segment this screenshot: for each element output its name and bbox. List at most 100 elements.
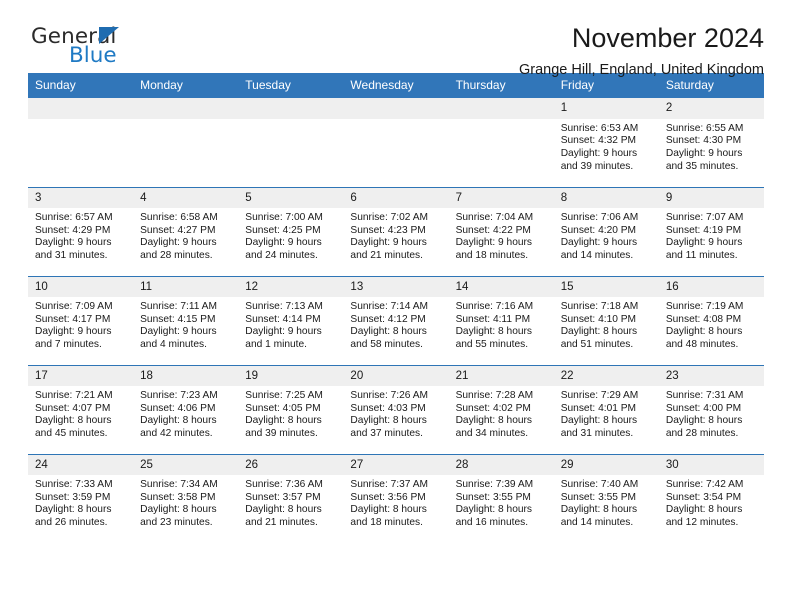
day-number: 8 [553,187,659,209]
daylight-text-line1: Daylight: 9 hours [560,237,638,249]
day-number: 15 [553,276,659,298]
day-number: 14 [448,276,554,298]
calendar-day-cell[interactable]: 17 Sunrise: 7:21 AM Sunset: 4:07 PM Dayligh… [28,364,134,455]
calendar-day-cell[interactable]: 11 Sunrise: 7:11 AM Sunset: 4:15 PM Dayligh… [133,275,239,366]
day-details: Sunrise: 7:02 AM Sunset: 4:23 PM Daylight:… [343,208,448,262]
daylight-text-line2: and 48 minutes. [665,339,739,351]
calendar-day-cell[interactable]: 15 Sunrise: 7:18 AM Sunset: 4:10 PM Dayligh… [553,275,659,366]
calendar-day-cell[interactable]: 30 Sunrise: 7:42 AM Sunset: 3:54 PM Dayligh… [658,453,764,544]
calendar-day-cell[interactable]: 27 Sunrise: 7:37 AM Sunset: 3:56 PM Dayligh… [343,453,449,544]
calendar-day-cell[interactable]: 3 Sunrise: 6:57 AM Sunset: 4:29 PM Daylight… [28,186,134,277]
daylight-text-line1: Daylight: 8 hours [455,326,533,338]
calendar-day-cell[interactable]: 6 Sunrise: 7:02 AM Sunset: 4:23 PM Daylight… [343,186,449,277]
page-title: November 2024 [571,23,764,53]
calendar-day-cell[interactable]: 19 Sunrise: 7:25 AM Sunset: 4:05 PM Dayligh… [238,364,344,455]
calendar-day-cell[interactable]: 4 Sunrise: 6:58 AM Sunset: 4:27 PM Daylight… [133,186,239,277]
calendar-day-cell[interactable]: 22 Sunrise: 7:29 AM Sunset: 4:01 PM Dayligh… [553,364,659,455]
sunrise-text: Sunrise: 7:21 AM [35,390,113,402]
calendar-day-cell[interactable]: 9 Sunrise: 7:07 AM Sunset: 4:19 PM Daylight… [658,186,764,277]
calendar-day-cell[interactable]: 14 Sunrise: 7:16 AM Sunset: 4:11 PM Dayligh… [448,275,554,366]
daylight-text-line2: and 42 minutes. [140,428,213,440]
calendar-week-row: 17 Sunrise: 7:21 AM Sunset: 4:07 PM Dayligh… [28,364,764,455]
day-details: Sunrise: 7:34 AM Sunset: 3:58 PM Daylight:… [133,475,238,529]
day-details: Sunrise: 7:14 AM Sunset: 4:12 PM Daylight:… [343,297,448,351]
sunset-text: Sunset: 4:00 PM [665,402,742,414]
weekday-header-tuesday: Tuesday [238,73,344,99]
calendar-day-cell[interactable]: 1 Sunrise: 6:53 AM Sunset: 4:32 PM Daylight… [553,98,659,187]
day-number: 20 [343,365,449,387]
sunset-text: Sunset: 4:32 PM [560,135,637,147]
day-details: Sunrise: 7:07 AM Sunset: 4:19 PM Daylight:… [659,208,764,262]
day-details: Sunrise: 7:31 AM Sunset: 4:00 PM Daylight:… [659,386,764,440]
day-number: 23 [658,365,764,387]
daylight-text-line1: Daylight: 9 hours [140,237,217,249]
sunrise-text: Sunrise: 7:33 AM [35,479,113,491]
day-details: Sunrise: 7:39 AM Sunset: 3:55 PM Daylight:… [449,475,554,529]
day-details: Sunrise: 6:57 AM Sunset: 4:29 PM Daylight:… [28,208,133,262]
sunset-text: Sunset: 4:29 PM [35,224,111,236]
day-number: 4 [133,187,239,209]
logo-word-blue: Blue [69,43,117,68]
sunrise-text: Sunrise: 7:14 AM [350,301,429,313]
calendar-day-cell[interactable]: 10 Sunrise: 7:09 AM Sunset: 4:17 PM Dayligh… [28,275,134,366]
sunset-text: Sunset: 4:17 PM [35,313,111,325]
sunrise-text: Sunrise: 7:25 AM [245,390,323,402]
calendar-day-cell[interactable]: 16 Sunrise: 7:19 AM Sunset: 4:08 PM Dayligh… [658,275,764,366]
calendar-day-cell[interactable]: 12 Sunrise: 7:13 AM Sunset: 4:14 PM Dayligh… [238,275,344,366]
calendar-day-cell[interactable]: 25 Sunrise: 7:34 AM Sunset: 3:58 PM Dayligh… [133,453,239,544]
day-number: 1 [553,98,659,119]
sunrise-text: Sunrise: 7:04 AM [455,212,534,224]
calendar-week-row: 1 Sunrise: 6:53 AM Sunset: 4:32 PM Daylight… [28,98,764,187]
calendar-day-cell[interactable]: 28 Sunrise: 7:39 AM Sunset: 3:55 PM Dayligh… [448,453,554,544]
sunset-text: Sunset: 4:20 PM [560,224,637,236]
daylight-text-line1: Daylight: 8 hours [140,415,217,427]
day-details: Sunrise: 7:28 AM Sunset: 4:02 PM Daylight:… [449,386,554,440]
calendar-day-cell-empty [238,98,344,187]
calendar-page: General Blue November 2024 Grange Hill, … [0,0,792,612]
day-details: Sunrise: 7:09 AM Sunset: 4:17 PM Daylight:… [28,297,133,351]
calendar-day-cell[interactable]: 7 Sunrise: 7:04 AM Sunset: 4:22 PM Daylight… [448,186,554,277]
calendar-day-cell[interactable]: 24 Sunrise: 7:33 AM Sunset: 3:59 PM Dayligh… [28,453,134,544]
sunrise-text: Sunrise: 7:13 AM [245,301,323,313]
day-number: 13 [343,276,449,298]
daylight-text-line1: Daylight: 8 hours [350,504,427,516]
sunset-text: Sunset: 4:27 PM [140,224,216,236]
sunset-text: Sunset: 3:58 PM [140,491,216,503]
sunrise-text: Sunrise: 6:55 AM [665,122,744,134]
generalblue-logo[interactable]: General Blue [31,26,231,74]
calendar-day-cell[interactable]: 21 Sunrise: 7:28 AM Sunset: 4:02 PM Dayligh… [448,364,554,455]
calendar-day-cell[interactable]: 13 Sunrise: 7:14 AM Sunset: 4:12 PM Dayligh… [343,275,449,366]
calendar-day-cell[interactable]: 18 Sunrise: 7:23 AM Sunset: 4:06 PM Dayligh… [133,364,239,455]
sunset-text: Sunset: 4:05 PM [245,402,321,414]
calendar-day-cell[interactable]: 5 Sunrise: 7:00 AM Sunset: 4:25 PM Daylight… [238,186,344,277]
daylight-text-line1: Daylight: 9 hours [665,147,743,159]
sunrise-text: Sunrise: 7:28 AM [455,390,534,402]
sunset-text: Sunset: 3:57 PM [245,491,321,503]
calendar-day-cell-empty [448,98,554,187]
sunrise-text: Sunrise: 7:11 AM [140,301,217,313]
day-number [448,98,554,119]
sunrise-text: Sunrise: 7:37 AM [350,479,429,491]
calendar-day-cell[interactable]: 26 Sunrise: 7:36 AM Sunset: 3:57 PM Dayligh… [238,453,344,544]
day-number: 21 [448,365,554,387]
sunset-text: Sunset: 4:07 PM [35,402,111,414]
daylight-text-line1: Daylight: 8 hours [350,415,427,427]
daylight-text-line2: and 12 minutes. [665,517,739,529]
day-details: Sunrise: 6:58 AM Sunset: 4:27 PM Daylight:… [133,208,238,262]
sunrise-text: Sunrise: 7:34 AM [140,479,218,491]
calendar-day-cell[interactable]: 29 Sunrise: 7:40 AM Sunset: 3:55 PM Dayligh… [553,453,659,544]
calendar-day-cell[interactable]: 2 Sunrise: 6:55 AM Sunset: 4:30 PM Daylight… [658,98,764,187]
sunset-text: Sunset: 4:01 PM [560,402,637,414]
calendar-day-cell[interactable]: 23 Sunrise: 7:31 AM Sunset: 4:00 PM Dayligh… [658,364,764,455]
calendar-day-cell[interactable]: 8 Sunrise: 7:06 AM Sunset: 4:20 PM Daylight… [553,186,659,277]
title-block: November 2024 Grange Hill, England, Unit… [519,23,764,79]
calendar-table: Sunday Monday Tuesday Wednesday Thursday… [28,73,764,544]
daylight-text-line1: Daylight: 9 hours [455,237,533,249]
calendar-day-cell[interactable]: 20 Sunrise: 7:26 AM Sunset: 4:03 PM Dayligh… [343,364,449,455]
sunrise-text: Sunrise: 6:57 AM [35,212,113,224]
sunrise-text: Sunrise: 7:06 AM [560,212,639,224]
day-details: Sunrise: 7:37 AM Sunset: 3:56 PM Daylight:… [343,475,448,529]
day-number: 3 [28,187,134,209]
logo-triangle-icon [99,27,119,44]
sunset-text: Sunset: 4:06 PM [140,402,216,414]
